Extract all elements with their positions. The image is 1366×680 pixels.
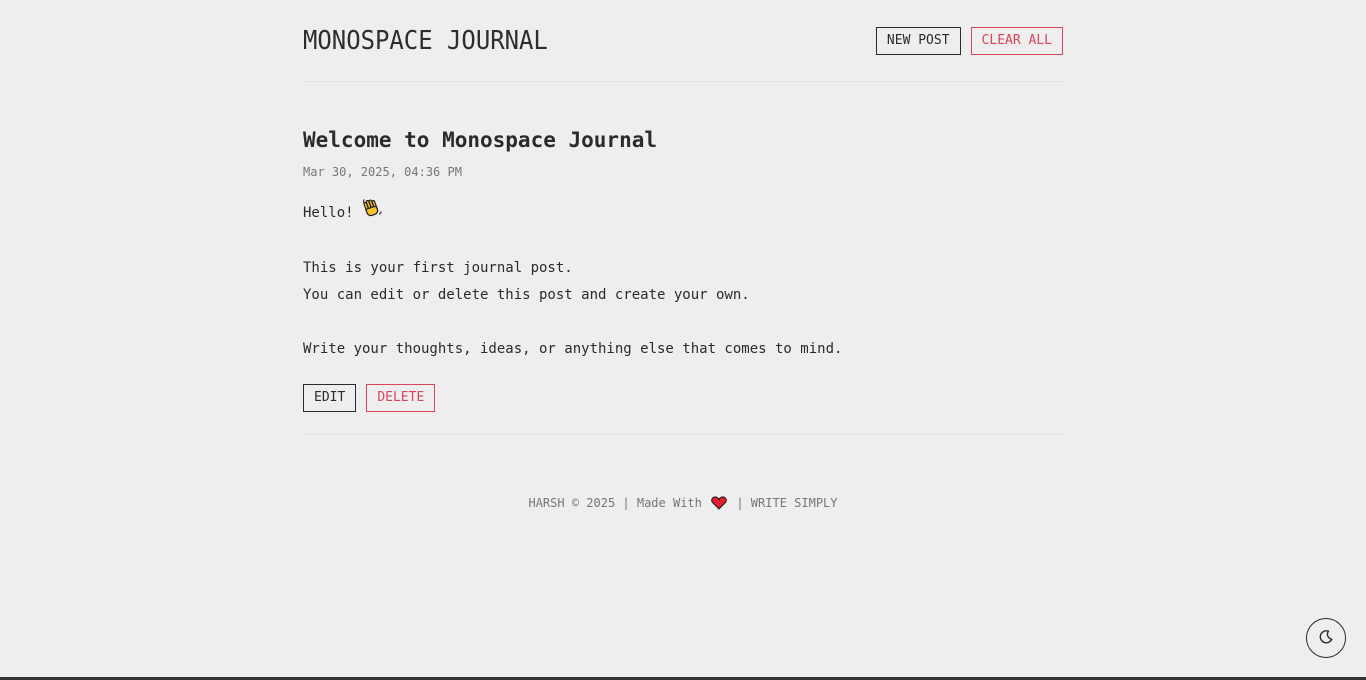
journal-page: MONOSPACE JOURNAL NEW POST CLEAR ALL Wel… bbox=[0, 0, 1366, 680]
post-line: Write your thoughts, ideas, or anything … bbox=[303, 341, 843, 357]
post-line: Hello! bbox=[303, 198, 1063, 228]
journal-post: Welcome to Monospace Journal Mar 30, 202… bbox=[303, 82, 1063, 435]
edit-button[interactable]: EDIT bbox=[303, 384, 357, 412]
post-line: You can edit or delete this post and cre… bbox=[303, 287, 750, 303]
post-line: This is your first journal post. bbox=[303, 260, 573, 276]
post-line-text: Hello! bbox=[303, 205, 363, 221]
site-header: MONOSPACE JOURNAL NEW POST CLEAR ALL bbox=[303, 0, 1063, 82]
post-actions: EDIT DELETE bbox=[303, 384, 1063, 412]
theme-toggle-button[interactable] bbox=[1306, 618, 1346, 658]
site-title: MONOSPACE JOURNAL bbox=[303, 25, 548, 56]
header-actions: NEW POST CLEAR ALL bbox=[875, 26, 1063, 55]
heart-icon bbox=[711, 496, 727, 516]
main-container: MONOSPACE JOURNAL NEW POST CLEAR ALL Wel… bbox=[303, 0, 1063, 516]
clear-all-button[interactable]: CLEAR ALL bbox=[970, 26, 1063, 55]
waving-hand-icon bbox=[362, 198, 382, 228]
post-line bbox=[303, 228, 1063, 255]
footer-left-text: HARSH © 2025 | Made With bbox=[528, 496, 702, 510]
moon-icon bbox=[1318, 629, 1334, 648]
new-post-button[interactable]: NEW POST bbox=[875, 26, 961, 55]
post-body: Hello! This is your first journal post. … bbox=[303, 198, 1063, 363]
post-date: Mar 30, 2025, 04:36 PM bbox=[303, 165, 462, 179]
post-line bbox=[303, 309, 1063, 336]
delete-button[interactable]: DELETE bbox=[366, 384, 436, 412]
footer-right-text: | WRITE SIMPLY bbox=[736, 496, 838, 510]
site-footer: HARSH © 2025 | Made With | WRITE SIMPLY bbox=[303, 493, 1063, 516]
post-title: Welcome to Monospace Journal bbox=[303, 128, 658, 152]
